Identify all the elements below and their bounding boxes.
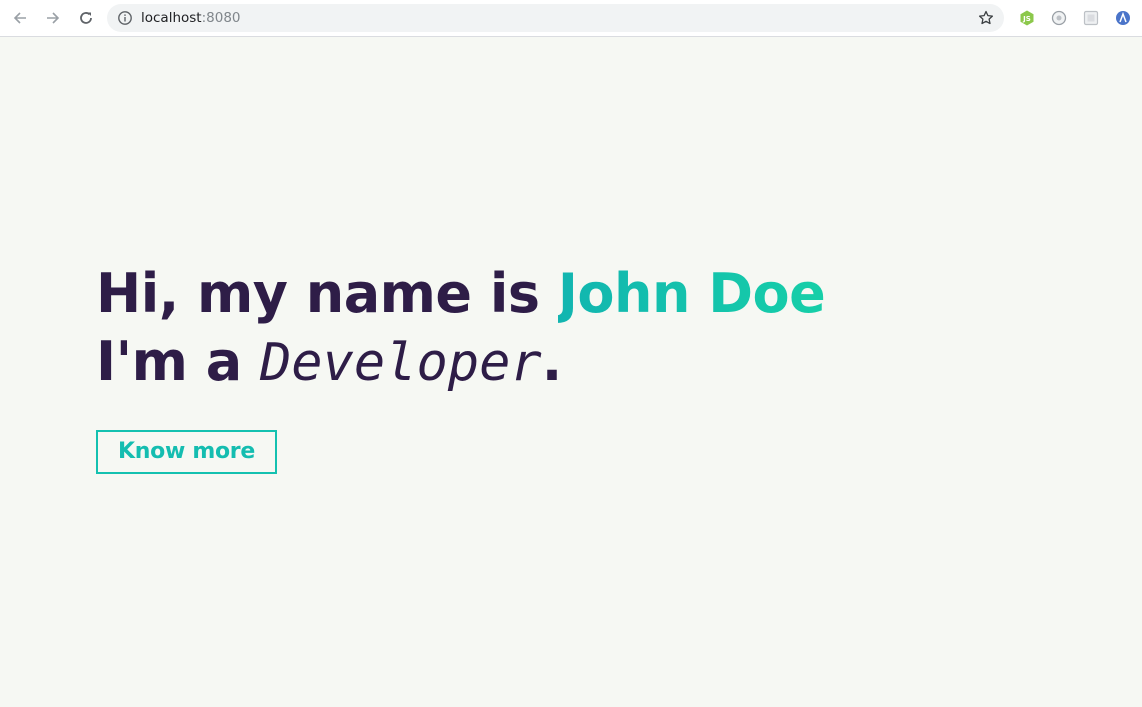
hero-role: Developer xyxy=(259,333,542,393)
role-suffix: . xyxy=(541,330,563,393)
back-arrow-icon[interactable] xyxy=(9,7,31,29)
extension-icon[interactable] xyxy=(1082,9,1100,27)
address-bar[interactable]: localhost:8080 xyxy=(107,4,1004,32)
hero-section: Hi, my name is John Doe I'm a Developer. xyxy=(96,260,826,397)
know-more-button[interactable]: Know more xyxy=(96,430,277,474)
url-text[interactable]: localhost:8080 xyxy=(141,9,241,27)
extension-icon[interactable] xyxy=(1050,9,1068,27)
svg-text:JS: JS xyxy=(1022,15,1031,23)
info-icon[interactable] xyxy=(117,10,133,26)
browser-toolbar: localhost:8080 JS xyxy=(0,0,1142,37)
url-port: :8080 xyxy=(201,10,241,26)
hero-role-line: I'm a Developer. xyxy=(96,328,825,397)
reload-icon[interactable] xyxy=(75,7,97,29)
forward-arrow-icon[interactable] xyxy=(42,7,64,29)
nodejs-extension-icon[interactable]: JS xyxy=(1018,9,1036,27)
hero-name: John Doe xyxy=(557,262,826,325)
star-icon[interactable] xyxy=(977,9,995,27)
hero-greeting-line: Hi, my name is John Doe xyxy=(96,260,826,328)
role-prefix: I'm a xyxy=(96,330,260,393)
greeting-text: Hi, my name is xyxy=(96,262,558,325)
extension-icon[interactable] xyxy=(1114,9,1132,27)
url-host: localhost xyxy=(141,10,202,26)
